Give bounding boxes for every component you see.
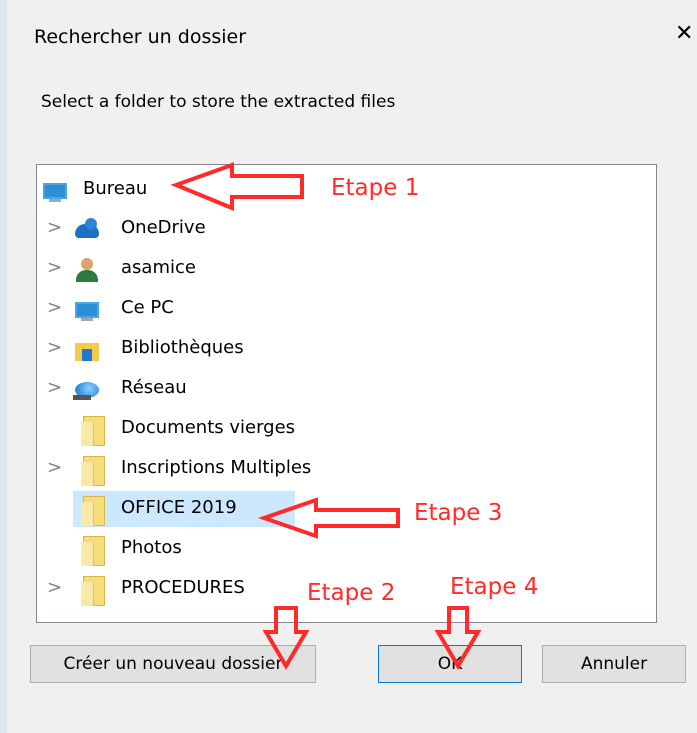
tree-item-label: OFFICE 2019 (121, 497, 237, 518)
computer-icon (73, 296, 101, 322)
tree-item-label: Bureau (83, 178, 148, 199)
tree-item-bibliotheques[interactable]: > Bibliothèques (37, 331, 656, 367)
tree-item-label: Inscriptions Multiples (121, 457, 312, 478)
network-icon (73, 376, 101, 402)
folder-icon (73, 456, 105, 486)
chevron-right-icon[interactable]: > (47, 257, 62, 278)
step1-annotation: Etape 1 (331, 175, 420, 201)
folder-icon (73, 536, 105, 566)
tree-item-label: Photos (121, 537, 182, 558)
tree-item-office-2019[interactable]: OFFICE 2019 (37, 491, 656, 527)
tree-item-label: Réseau (121, 377, 187, 398)
tree-item-label: asamice (121, 257, 196, 278)
dialog-title: Rechercher un dossier (34, 26, 247, 48)
new-folder-button[interactable]: Créer un nouveau dossier (30, 645, 316, 683)
chevron-right-icon[interactable]: > (47, 377, 62, 398)
folder-icon (73, 496, 105, 526)
ok-button[interactable]: OK (378, 645, 522, 683)
tree-item-label: Documents vierges (121, 417, 296, 438)
chevron-right-icon[interactable]: > (47, 457, 62, 478)
folder-tree[interactable]: Bureau > OneDrive > asamice > Ce PC > Bi… (36, 164, 657, 623)
chevron-right-icon[interactable]: > (47, 217, 62, 238)
step4-annotation: Etape 4 (450, 574, 539, 600)
step2-annotation: Etape 2 (307, 580, 396, 606)
tree-item-onedrive[interactable]: > OneDrive (37, 211, 656, 247)
tree-item-label: Ce PC (121, 297, 174, 318)
tree-item-label: Bibliothèques (121, 337, 244, 358)
tree-item-documents-vierges[interactable]: Documents vierges (37, 411, 656, 447)
window-left-edge (0, 0, 7, 733)
close-icon[interactable]: ✕ (675, 22, 693, 46)
chevron-right-icon[interactable]: > (47, 337, 62, 358)
dialog-prompt: Select a folder to store the extracted f… (41, 92, 396, 112)
chevron-right-icon[interactable]: > (47, 577, 62, 598)
tree-item-asamice[interactable]: > asamice (37, 251, 656, 287)
user-icon (73, 256, 101, 282)
cancel-button[interactable]: Annuler (542, 645, 686, 683)
tree-item-label: OneDrive (121, 217, 206, 238)
tree-item-label: PROCEDURES (121, 577, 245, 598)
step3-annotation: Etape 3 (414, 500, 503, 526)
onedrive-cloud-icon (73, 216, 101, 242)
folder-icon (73, 416, 105, 446)
tree-item-ce-pc[interactable]: > Ce PC (37, 291, 656, 327)
tree-item-inscriptions-multiples[interactable]: > Inscriptions Multiples (37, 451, 656, 487)
folder-icon (73, 576, 105, 606)
tree-item-reseau[interactable]: > Réseau (37, 371, 656, 407)
tree-item-photos[interactable]: Photos (37, 531, 656, 567)
libraries-icon (73, 336, 101, 362)
desktop-icon (41, 177, 69, 203)
chevron-right-icon[interactable]: > (47, 297, 62, 318)
